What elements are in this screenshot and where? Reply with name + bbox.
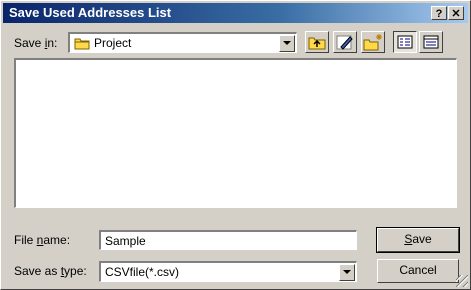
close-button[interactable]: ✕: [448, 6, 464, 20]
new-folder-icon: [363, 34, 382, 51]
save-in-combo[interactable]: Project: [68, 32, 297, 53]
details-view-button[interactable]: [419, 31, 443, 53]
file-name-input[interactable]: Sample: [99, 230, 357, 250]
dialog-title: Save Used Addresses List: [9, 5, 172, 20]
list-view-icon: [397, 35, 413, 49]
file-name-label: File name:: [14, 233, 71, 247]
save-as-type-label: Save as type:: [14, 264, 87, 278]
save-in-dropdown-button[interactable]: [279, 35, 295, 52]
save-in-value: Project: [94, 36, 132, 50]
edit-button[interactable]: [333, 31, 357, 53]
cancel-button[interactable]: Cancel: [377, 259, 459, 283]
help-button[interactable]: ?: [431, 6, 447, 20]
save-dialog: Save Used Addresses List ? ✕ Save in: Pr…: [0, 0, 471, 290]
up-folder-icon: [308, 37, 326, 50]
folder-icon: [74, 38, 90, 50]
new-folder-button[interactable]: [361, 31, 385, 53]
save-as-type-select[interactable]: CSVfile(*.csv): [99, 261, 357, 282]
up-one-level-button[interactable]: [305, 31, 329, 53]
save-button[interactable]: Save: [376, 227, 460, 253]
save-as-type-dropdown-button[interactable]: [339, 264, 355, 281]
file-list[interactable]: [14, 58, 457, 208]
file-name-value: Sample: [105, 234, 146, 248]
save-as-type-value: CSVfile(*.csv): [105, 265, 180, 279]
resize-grip[interactable]: [456, 275, 468, 287]
details-view-icon: [423, 35, 439, 49]
pencil-icon: [336, 35, 353, 50]
list-view-button[interactable]: [393, 31, 417, 53]
save-in-label: Save in:: [14, 36, 58, 50]
title-bar[interactable]: Save Used Addresses List ? ✕: [3, 3, 468, 23]
